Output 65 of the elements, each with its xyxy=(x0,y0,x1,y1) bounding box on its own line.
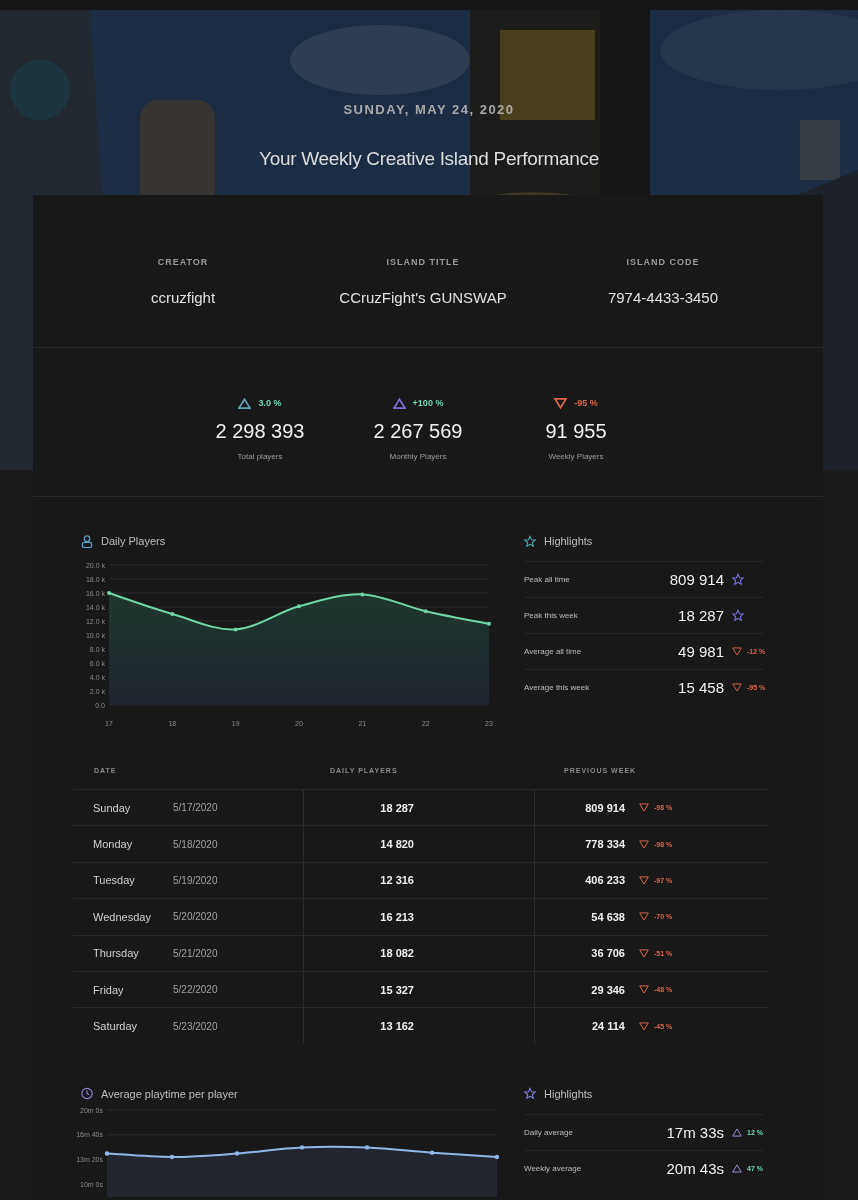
change-percent: -95 % xyxy=(574,398,598,408)
stat-value: 2 267 569 xyxy=(373,420,463,443)
daily-players-cell-text: 15 327 xyxy=(379,983,414,996)
highlight-value: 20m 43s xyxy=(665,1159,724,1177)
chart-title: Average playtime per player xyxy=(101,1087,238,1100)
star-icon xyxy=(524,1087,536,1101)
previous-week-cell-text: 29 346 xyxy=(590,983,625,996)
highlight-value: 809 914 xyxy=(668,571,724,588)
report-date: SUNDAY, MAY 24, 2020 xyxy=(343,102,515,117)
stat-label: Monthly Players xyxy=(389,452,447,461)
chart-title: Daily Players xyxy=(101,535,166,547)
date-cell: 5/18/2020 xyxy=(173,838,218,850)
info-label: ISLAND CODE xyxy=(626,257,700,267)
date-cell: 5/21/2020 xyxy=(173,947,218,959)
highlight-value: 15 458 xyxy=(677,679,724,696)
stat-label: Weekly Players xyxy=(548,452,604,461)
star-icon xyxy=(524,534,536,548)
daily-players-cell-text: 14 820 xyxy=(379,838,414,851)
previous-week-cell-text: 54 638 xyxy=(590,910,625,923)
highlights-title: Highlights xyxy=(544,535,593,547)
highlight-label: Average this week xyxy=(524,683,591,692)
previous-week-cell-text: 778 334 xyxy=(584,838,625,851)
info-value: ccruzfight xyxy=(150,289,216,306)
date-cell: 5/20/2020 xyxy=(173,911,218,923)
day-cell-text: Saturday xyxy=(92,1020,139,1033)
highlight-label: Daily average xyxy=(524,1127,574,1137)
stat-value: 2 298 393 xyxy=(215,420,305,443)
date-cell: 5/23/2020 xyxy=(173,1020,218,1032)
daily-players-cell-text: 13 162 xyxy=(379,1020,414,1033)
highlight-label: Peak all time xyxy=(524,575,571,584)
highlights-title: Highlights xyxy=(544,1087,593,1100)
info-value: 7974-4433-3450 xyxy=(607,289,719,306)
info-label: CREATOR xyxy=(157,257,209,267)
day-cell-text: Wednesday xyxy=(92,910,152,923)
change-percent: +100 % xyxy=(412,398,444,408)
highlight-value: 18 287 xyxy=(677,607,724,624)
day-cell-text: Friday xyxy=(92,983,125,996)
report-title: Your Weekly Creative Island Performance xyxy=(259,148,599,170)
date-cell: 5/22/2020 xyxy=(173,984,218,996)
highlight-value: 49 981 xyxy=(677,643,724,660)
daily-players-cell-text: 12 316 xyxy=(379,874,414,887)
previous-week-cell-text: 406 233 xyxy=(584,874,625,887)
day-cell-text: Thursday xyxy=(92,947,140,960)
day-cell-text: Monday xyxy=(92,838,134,851)
highlight-label: Average all time xyxy=(524,647,583,656)
date-cell: 5/19/2020 xyxy=(173,874,218,886)
previous-week-cell-text: 36 706 xyxy=(590,947,625,960)
daily-players-cell-text: 18 082 xyxy=(379,947,414,960)
highlight-value: 17m 33s xyxy=(665,1123,724,1141)
date-cell: 5/17/2020 xyxy=(173,802,218,814)
person-icon xyxy=(81,534,93,548)
day-cell-text: Tuesday xyxy=(92,874,136,887)
change-percent: 3.0 % xyxy=(258,398,282,408)
highlight-label: Peak this week xyxy=(524,611,579,620)
stat-label: Total players xyxy=(237,452,283,461)
stat-value: 91 955 xyxy=(545,420,607,443)
previous-week-cell-text: 809 914 xyxy=(584,801,625,814)
highlight-label: Weekly average xyxy=(524,1163,583,1173)
previous-week-cell-text: 24 114 xyxy=(590,1020,625,1033)
day-cell-text: Sunday xyxy=(92,801,132,814)
daily-players-cell-text: 18 287 xyxy=(379,801,414,814)
info-label: ISLAND TITLE xyxy=(386,257,460,267)
info-value: CCruzFight's GUNSWAP xyxy=(339,289,507,306)
clock-icon xyxy=(81,1087,93,1101)
daily-players-cell-text: 16 213 xyxy=(379,910,414,923)
